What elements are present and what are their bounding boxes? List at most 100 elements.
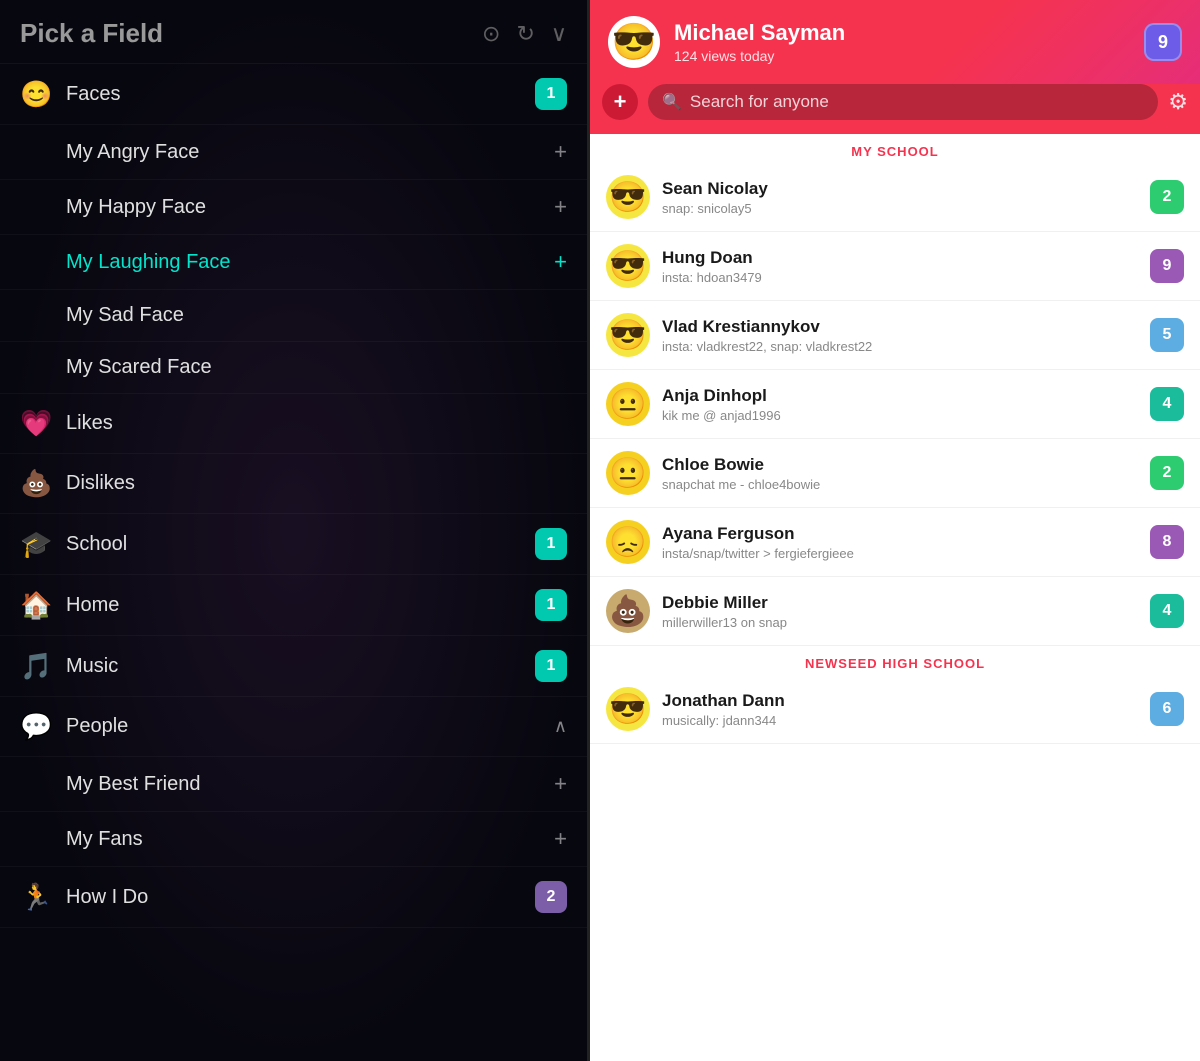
list-item-school[interactable]: 🎓School1 — [0, 514, 587, 575]
person-name-jonathan: Jonathan Dann — [662, 691, 1150, 711]
profile-views: 124 views today — [674, 48, 1130, 64]
list-item-sad[interactable]: My Sad Face — [0, 290, 587, 342]
item-label-happy: My Happy Face — [66, 196, 554, 219]
list-item-laughing[interactable]: My Laughing Face+ — [0, 235, 587, 290]
search-icon: 🔍 — [662, 92, 682, 112]
item-badge-howido: 2 — [535, 881, 567, 913]
person-info-anja: Anja Dinhoplkik me @ anjad1996 — [662, 386, 1150, 423]
person-avatar-vlad: 😎 — [606, 313, 650, 357]
person-info-sean: Sean Nicolay snap: snicolay5 — [662, 179, 1150, 216]
item-icon-school: 🎓 — [20, 529, 52, 560]
list-item-home[interactable]: 🏠Home1 — [0, 575, 587, 636]
right-panel: 😎 Michael Sayman 124 views today 9 + 🔍 S… — [590, 0, 1200, 1061]
list-item-howido[interactable]: 🏃How I Do2 — [0, 867, 587, 928]
person-row-debbie[interactable]: 💩Debbie Millermillerwiller13 on snap4 — [590, 577, 1200, 646]
section-label: MY SCHOOL — [590, 134, 1200, 163]
person-sub-hung: insta: hdoan3479 — [662, 270, 1150, 285]
list-item-people[interactable]: 💬People∧ — [0, 697, 587, 757]
item-label-dislikes: Dislikes — [66, 472, 567, 495]
list-item-happy[interactable]: My Happy Face+ — [0, 180, 587, 235]
item-label-howido: How I Do — [66, 886, 535, 909]
list-item-angry[interactable]: My Angry Face+ — [0, 125, 587, 180]
person-sub-ayana: insta/snap/twitter > fergiefergieee — [662, 546, 1150, 561]
item-label-sad: My Sad Face — [66, 304, 567, 327]
item-icon-dislikes: 💩 — [20, 468, 52, 499]
field-list: 😊Faces1My Angry Face+My Happy Face+My La… — [0, 64, 587, 1055]
people-list: MY SCHOOL😎Sean Nicolaysnap: snicolay52😎H… — [590, 134, 1200, 1061]
list-item-bestfriend[interactable]: My Best Friend+ — [0, 757, 587, 812]
list-item-faces[interactable]: 😊 Faces1 — [0, 64, 587, 125]
item-plus-laughing[interactable]: + — [554, 249, 567, 275]
person-row-vlad[interactable]: 😎Vlad Krestiannykovinsta: vladkrest22, s… — [590, 301, 1200, 370]
list-item-scared[interactable]: My Scared Face — [0, 342, 587, 394]
item-plus-angry[interactable]: + — [554, 139, 567, 165]
item-badge-music: 1 — [535, 650, 567, 682]
page-title: Pick a Field — [20, 18, 163, 49]
person-row-anja[interactable]: 😐Anja Dinhoplkik me @ anjad19964 — [590, 370, 1200, 439]
item-label-music: Music — [66, 655, 535, 678]
item-badge-home: 1 — [535, 589, 567, 621]
item-label-bestfriend: My Best Friend — [66, 773, 554, 796]
item-icon-faces: 😊 — [20, 79, 52, 110]
person-sub-debbie: millerwiller13 on snap — [662, 615, 1150, 630]
list-item-fans[interactable]: My Fans+ — [0, 812, 587, 867]
item-label-home: Home — [66, 594, 535, 617]
person-info-hung: Hung Doan insta: hdoan3479 — [662, 248, 1150, 285]
person-badge-sean: 2 — [1150, 180, 1184, 214]
refresh-icon[interactable]: ↻ — [516, 21, 534, 47]
item-label-people: People — [66, 715, 554, 738]
person-sub-sean: snap: snicolay5 — [662, 201, 1150, 216]
person-name-chloe: Chloe Bowie — [662, 455, 1150, 475]
person-avatar-debbie: 💩 — [606, 589, 650, 633]
person-name-hung: Hung Doan — [662, 248, 1150, 268]
item-label-laughing: My Laughing Face — [66, 251, 554, 274]
person-row-jonathan[interactable]: 😎 Jonathan Dannmusically: jdann3446 — [590, 675, 1200, 744]
profile-emoji-icon: 😎 — [612, 21, 657, 63]
person-badge-chloe: 2 — [1150, 456, 1184, 490]
item-plus-happy[interactable]: + — [554, 194, 567, 220]
person-row-sean[interactable]: 😎Sean Nicolaysnap: snicolay52 — [590, 163, 1200, 232]
browse-icon[interactable]: ⊙ — [482, 21, 500, 47]
item-badge-faces: 1 — [535, 78, 567, 110]
person-avatar-chloe: 😐 — [606, 451, 650, 495]
search-bar: + 🔍 Search for anyone ⚙ — [590, 84, 1200, 134]
person-name-vlad: Vlad Krestiannykov — [662, 317, 1150, 337]
person-row-hung[interactable]: 😎 Hung Doan insta: hdoan34799 — [590, 232, 1200, 301]
chevron-down-icon[interactable]: ∨ — [551, 21, 567, 47]
person-info-debbie: Debbie Miller millerwiller13 on snap — [662, 593, 1150, 630]
item-badge-school: 1 — [535, 528, 567, 560]
gear-icon[interactable]: ⚙ — [1168, 89, 1188, 115]
item-plus-bestfriend[interactable]: + — [554, 771, 567, 797]
person-avatar-jonathan: 😎 — [606, 687, 650, 731]
search-input-wrap[interactable]: 🔍 Search for anyone — [648, 84, 1158, 120]
person-badge-hung: 9 — [1150, 249, 1184, 283]
list-item-music[interactable]: 🎵Music1 — [0, 636, 587, 697]
person-row-ayana[interactable]: 😞Ayana Fergusoninsta/snap/twitter > ferg… — [590, 508, 1200, 577]
left-header: Pick a Field ⊙ ↻ ∨ — [0, 0, 587, 64]
left-panel: Pick a Field ⊙ ↻ ∨ 😊Faces1My Angry Face+… — [0, 0, 590, 1061]
notification-badge[interactable]: 9 — [1144, 23, 1182, 61]
add-icon: + — [614, 89, 627, 115]
person-row-chloe[interactable]: 😐 Chloe Bowie snapchat me - chloe4bowie2 — [590, 439, 1200, 508]
person-avatar-ayana: 😞 — [606, 520, 650, 564]
person-name-anja: Anja Dinhopl — [662, 386, 1150, 406]
item-label-fans: My Fans — [66, 828, 554, 851]
person-info-jonathan: Jonathan Dannmusically: jdann344 — [662, 691, 1150, 728]
list-item-dislikes[interactable]: 💩 Dislikes — [0, 454, 587, 514]
list-item-likes[interactable]: 💗Likes — [0, 394, 587, 454]
person-name-debbie: Debbie Miller — [662, 593, 1150, 613]
item-plus-fans[interactable]: + — [554, 826, 567, 852]
item-label-faces: Faces — [66, 83, 535, 106]
item-icon-likes: 💗 — [20, 408, 52, 439]
person-name-sean: Sean Nicolay — [662, 179, 1150, 199]
header-icons: ⊙ ↻ ∨ — [482, 21, 567, 47]
item-icon-people: 💬 — [20, 711, 52, 742]
item-label-scared: My Scared Face — [66, 356, 567, 379]
person-sub-chloe: snapchat me - chloe4bowie — [662, 477, 1150, 492]
add-button[interactable]: + — [602, 84, 638, 120]
person-badge-anja: 4 — [1150, 387, 1184, 421]
person-avatar-hung: 😎 — [606, 244, 650, 288]
profile-header: 😎 Michael Sayman 124 views today 9 — [590, 0, 1200, 84]
profile-avatar: 😎 — [608, 16, 660, 68]
person-badge-jonathan: 6 — [1150, 692, 1184, 726]
